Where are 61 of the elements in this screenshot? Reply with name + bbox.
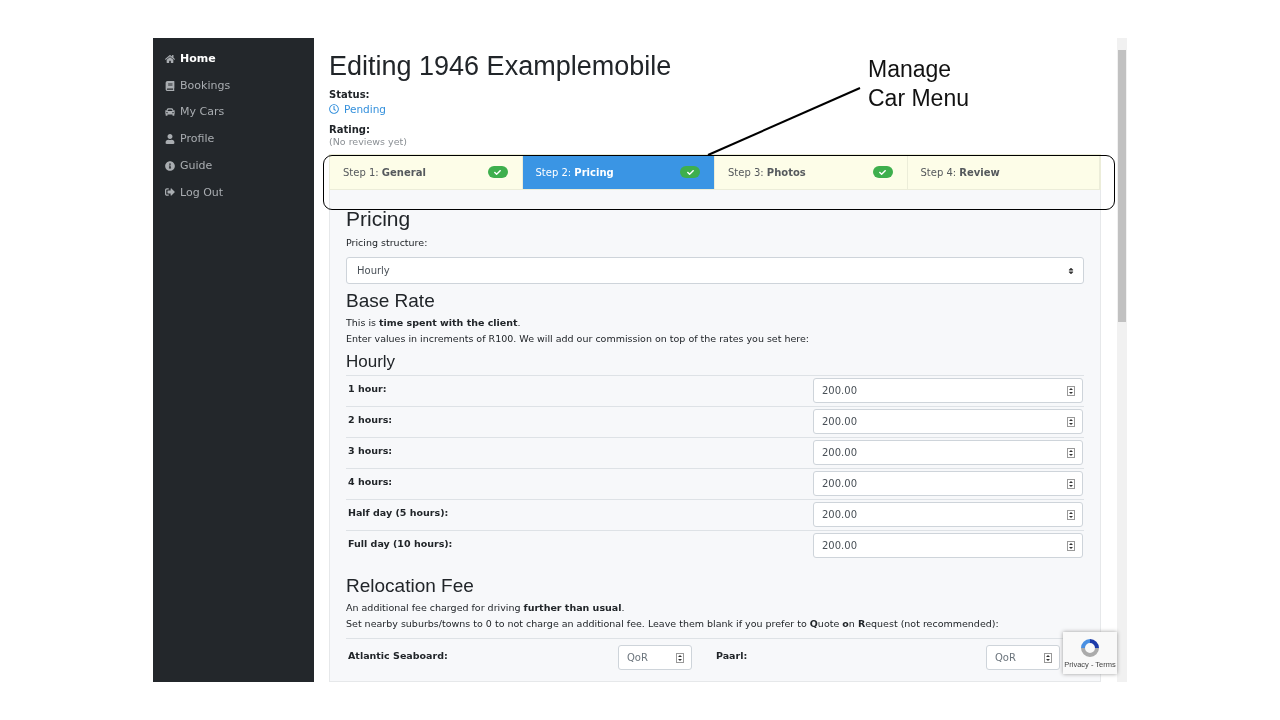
- car-icon: [165, 107, 175, 118]
- section-heading: Relocation Fee: [346, 574, 475, 598]
- rating-label: Rating:: [329, 123, 370, 136]
- nav-link[interactable]: Home: [165, 50, 216, 68]
- step-tab[interactable]: Step 1: General: [330, 155, 523, 189]
- rate-input[interactable]: 200.00: [813, 533, 1083, 558]
- description-text: Enter values in increments of R100. We will add our commission on top of the rates you set here:: [346, 332, 811, 346]
- rate-label: 2 hours:: [348, 414, 393, 425]
- status-value: Pending: [329, 101, 386, 117]
- description-text: An additional fee charged for driving further than usual.: [346, 601, 626, 615]
- section-heading: Pricing: [346, 206, 412, 231]
- annotation-text: Manage: [868, 55, 952, 84]
- page-title: Editing 1946 Examplemobile: [329, 50, 672, 82]
- rate-label: Full day (10 hours):: [348, 538, 453, 549]
- location-label: Paarl:: [716, 650, 748, 661]
- rate-input[interactable]: 200.00: [813, 471, 1083, 496]
- nav-link[interactable]: Bookings: [165, 76, 231, 95]
- pricing-select[interactable]: Hourly: [346, 257, 1084, 284]
- rate-label: Half day (5 hours):: [348, 507, 449, 518]
- clock-icon: [329, 104, 339, 114]
- user-icon: [165, 133, 175, 144]
- rate-input[interactable]: 200.00: [813, 378, 1083, 403]
- spinner-icon[interactable]: [1044, 652, 1052, 663]
- nav-link[interactable]: Profile: [165, 130, 215, 148]
- spinner-icon[interactable]: [1067, 478, 1075, 489]
- description-text: Set nearby suburbs/towns to 0 to not charge an additional fee. Leave them blank if you prefer to Quote on Request (not recommended):: [346, 617, 1000, 631]
- recaptcha-icon: [1079, 637, 1101, 659]
- nav-link[interactable]: My Cars: [165, 103, 225, 122]
- rate-label: 3 hours:: [348, 445, 393, 456]
- annotation-text: Car Menu: [868, 84, 969, 113]
- status-label: Status:: [329, 88, 370, 101]
- subsection-heading: Hourly: [346, 351, 397, 373]
- scrollbar[interactable]: [1117, 38, 1127, 682]
- logout-icon: [165, 187, 175, 198]
- section-heading: Base Rate: [346, 289, 436, 313]
- home-icon: [165, 53, 175, 64]
- info-icon: [165, 160, 175, 171]
- description-text: This is time spent with the client.: [346, 316, 522, 330]
- rate-input[interactable]: 200.00: [813, 409, 1083, 434]
- rate-label: 1 hour:: [348, 383, 387, 394]
- step-tab[interactable]: Step 4: Review: [907, 155, 1100, 189]
- fee-input[interactable]: QoR: [986, 645, 1060, 670]
- spinner-icon[interactable]: [676, 652, 684, 663]
- fee-input[interactable]: QoR: [618, 645, 692, 670]
- spinner-icon[interactable]: [1067, 385, 1075, 396]
- step-tab[interactable]: Step 3: Photos: [715, 155, 908, 189]
- spinner-icon[interactable]: [1067, 447, 1075, 458]
- sort-icon: [1067, 266, 1075, 275]
- book-icon: [165, 80, 175, 91]
- field-label: Pricing structure:: [346, 236, 429, 250]
- rate-input[interactable]: 200.00: [813, 440, 1083, 465]
- spinner-icon[interactable]: [1067, 416, 1075, 427]
- spinner-icon[interactable]: [1067, 509, 1075, 520]
- nav-link[interactable]: Log Out: [165, 183, 224, 202]
- rating-value: (No reviews yet): [329, 136, 407, 148]
- location-label: Atlantic Seaboard:: [348, 650, 448, 661]
- scrollbar-thumb[interactable]: [1118, 50, 1126, 322]
- spinner-icon[interactable]: [1067, 540, 1075, 551]
- rate-input[interactable]: 200.00: [813, 502, 1083, 527]
- rate-label: 4 hours:: [348, 476, 393, 487]
- nav-link[interactable]: Guide: [165, 156, 213, 175]
